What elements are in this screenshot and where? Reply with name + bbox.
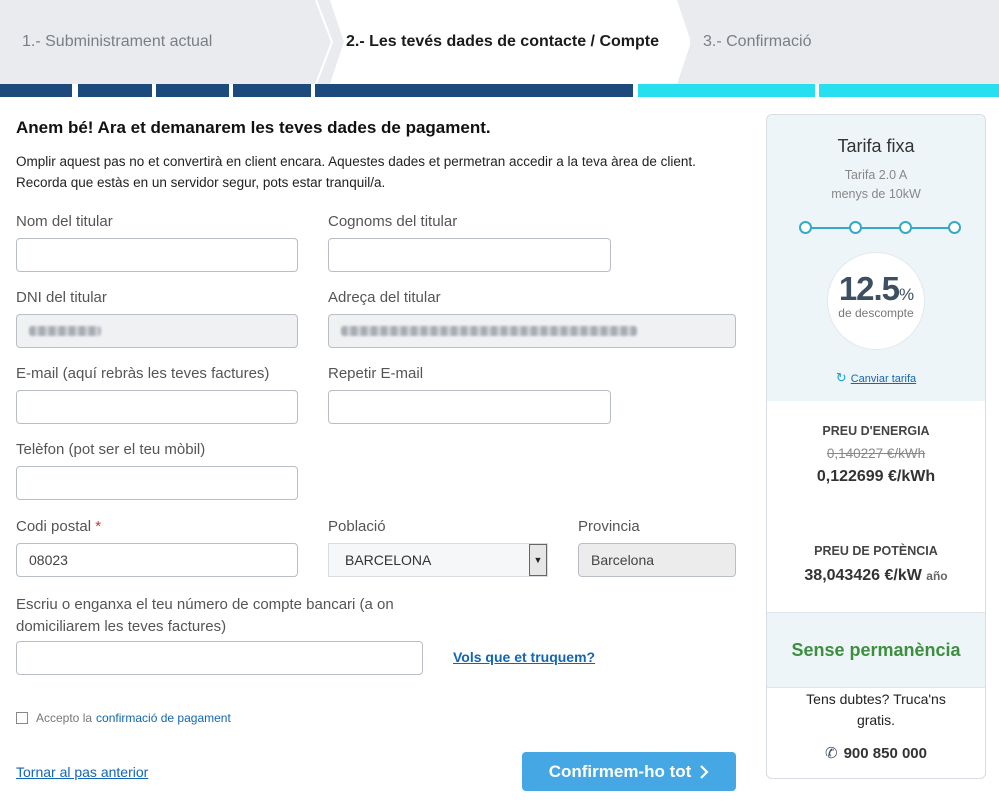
- surname-label: Cognoms del titular: [328, 213, 458, 230]
- discount-badge: 12.5% de descompte: [828, 253, 924, 349]
- refresh-icon: ↻: [835, 370, 847, 385]
- confirm-button[interactable]: Confirmem-ho tot: [522, 752, 736, 791]
- bank-account-field[interactable]: [16, 641, 423, 675]
- phone-number-text: 900 850 000: [843, 745, 927, 762]
- tariff-subtitle-line2: menys de 10kW: [831, 187, 921, 201]
- discount-unit: %: [899, 285, 914, 304]
- dni-field[interactable]: [16, 314, 298, 348]
- tariff-summary: Tarifa fixa Tarifa 2.0 A menys de 10kW 1…: [766, 114, 986, 779]
- province-field: Barcelona: [578, 543, 736, 577]
- progress-bar: [0, 84, 999, 97]
- step-3: 3.- Confirmació: [703, 33, 812, 50]
- slider-dot[interactable]: [799, 221, 812, 234]
- name-label: Nom del titular: [16, 213, 113, 230]
- dni-label: DNI del titular: [16, 289, 107, 306]
- postal-field[interactable]: 08023: [16, 543, 298, 577]
- intro-text: Omplir aquest pas no et convertirà en cl…: [16, 154, 696, 190]
- dropdown-arrow-icon[interactable]: ▼: [529, 544, 547, 576]
- discount-value: 12.5%: [828, 270, 924, 308]
- chevron-right-icon: [700, 764, 709, 779]
- province-label: Provincia: [578, 518, 640, 535]
- bank-label: Escriu o enganxa el teu número de compte…: [16, 596, 394, 635]
- town-select[interactable]: BARCELONA ▼: [328, 543, 548, 577]
- step-separator-icon: [314, 0, 344, 84]
- step-separator-icon: [660, 0, 690, 84]
- email-repeat-field[interactable]: [328, 390, 611, 424]
- slider-dot[interactable]: [899, 221, 912, 234]
- slider-dot[interactable]: [948, 221, 961, 234]
- email-field[interactable]: [16, 390, 298, 424]
- energy-price-old: 0,140227 €/kWh: [826, 446, 926, 461]
- tariff-title: Tarifa fixa: [837, 136, 915, 156]
- page-title: Anem bé! Ara et demanarem les teves dade…: [16, 118, 491, 137]
- change-tariff[interactable]: ↻ Canviar tarifa: [767, 370, 985, 386]
- energy-price-label: PREU D'ENERGIA: [822, 424, 930, 438]
- steps-header: 1.- Subministrament actual 2.- Les tevés…: [0, 0, 999, 84]
- power-price-label: PREU DE POTÈNCIA: [814, 544, 938, 558]
- discount-number: 12.5: [838, 270, 900, 307]
- phone-field[interactable]: [16, 466, 298, 500]
- confirm-button-label: Confirmem-ho tot: [548, 761, 692, 781]
- progress-segment-done: [233, 84, 311, 97]
- back-link[interactable]: Tornar al pas anterior: [16, 764, 148, 780]
- energy-price-new: 0,122699 €/kWh: [816, 468, 936, 485]
- no-permanence-badge: Sense permanència: [767, 612, 985, 688]
- progress-segment-done: [78, 84, 152, 97]
- progress-segment-done: [156, 84, 229, 97]
- surname-field[interactable]: [328, 238, 611, 272]
- tariff-subtitle-line1: Tarifa 2.0 A: [844, 168, 908, 182]
- tariff-slider[interactable]: [799, 221, 961, 235]
- power-price-unit: año: [926, 569, 948, 583]
- accept-row: Accepto la confirmació de pagament: [16, 711, 231, 725]
- tariff-header: Tarifa fixa Tarifa 2.0 A menys de 10kW 1…: [767, 115, 985, 401]
- change-tariff-link[interactable]: Canviar tarifa: [851, 373, 916, 385]
- power-price-value: 38,043426 €/kW año: [767, 567, 985, 585]
- step-1: 1.- Subministrament actual: [22, 33, 213, 50]
- phone-number[interactable]: ✆ 900 850 000: [767, 744, 985, 762]
- discount-label: de descompte: [838, 306, 914, 320]
- town-selected-value: BARCELONA: [345, 552, 432, 568]
- required-marker: *: [95, 518, 102, 535]
- slider-dot[interactable]: [849, 221, 862, 234]
- progress-segment-done: [315, 84, 633, 97]
- email-repeat-label: Repetir E-mail: [328, 365, 424, 382]
- payment-confirmation-link[interactable]: confirmació de pagament: [96, 711, 231, 725]
- tariff-subtitle: Tarifa 2.0 A menys de 10kW: [767, 166, 985, 204]
- redacted-value: [341, 326, 637, 336]
- phone-label: Telèfon (pot ser el teu mòbil): [16, 441, 206, 458]
- power-price-number: 38,043426 €/kW: [804, 567, 922, 584]
- email-label: E-mail (aquí rebràs les teves factures): [16, 365, 270, 382]
- progress-segment-done: [0, 84, 72, 97]
- slider-track: [803, 227, 949, 229]
- progress-segment-todo: [638, 84, 815, 97]
- address-field[interactable]: [328, 314, 736, 348]
- redacted-value: [29, 326, 101, 336]
- address-label: Adreça del titular: [328, 289, 441, 306]
- call-me-link[interactable]: Vols que et truquem?: [453, 649, 595, 665]
- name-field[interactable]: [16, 238, 298, 272]
- postal-label-text: Codi postal: [16, 518, 92, 535]
- phone-icon: ✆: [825, 745, 838, 762]
- help-text: Tens dubtes? Truca'ns gratis.: [806, 691, 946, 728]
- accept-checkbox[interactable]: [16, 712, 28, 724]
- postal-label: Codi postal *: [16, 518, 101, 535]
- progress-segment-todo: [819, 84, 999, 97]
- accept-text: Accepto la: [36, 711, 93, 725]
- town-label: Població: [328, 518, 386, 535]
- step-2-active: 2.- Les tevés dades de contacte / Compte: [330, 0, 675, 84]
